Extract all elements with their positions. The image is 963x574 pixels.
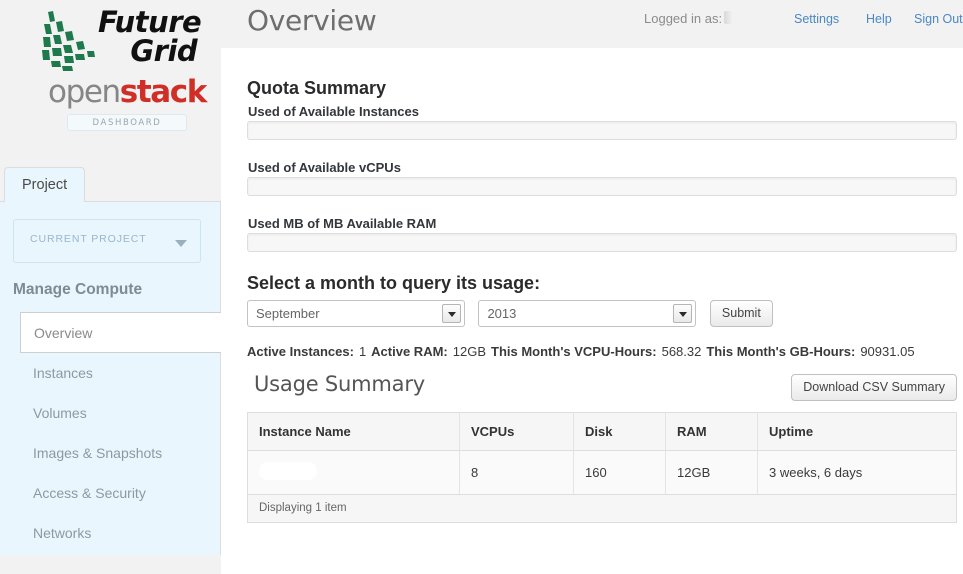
month-select[interactable]: September	[247, 300, 465, 327]
gb-hours-label: This Month's GB-Hours:	[706, 344, 856, 359]
column-header-instance-name[interactable]: Instance Name	[247, 412, 460, 451]
column-header-disk[interactable]: Disk	[573, 412, 666, 451]
dashboard-badge: DASHBOARD	[67, 114, 187, 131]
sidebar-item-label: Access & Security	[33, 485, 146, 501]
usage-table: Instance Name VCPUs Disk RAM Uptime 8 16…	[247, 412, 957, 495]
openstack-stack-text: stack	[119, 74, 208, 110]
logged-in-label: Logged in as:	[644, 11, 723, 26]
column-header-ram[interactable]: RAM	[665, 412, 758, 451]
future-grid-mark-icon	[42, 11, 95, 71]
sidebar-item-images-snapshots[interactable]: Images & Snapshots	[0, 433, 221, 473]
table-row[interactable]: 8 160 12GB 3 weeks, 6 days	[247, 450, 957, 495]
sidebar-item-access-security[interactable]: Access & Security	[0, 473, 221, 513]
help-link[interactable]: Help	[866, 12, 892, 26]
brand-grid-text: Grid	[130, 34, 198, 68]
table-footer-count: Displaying 1 item	[247, 495, 957, 523]
sidebar-panel: CURRENT PROJECT Manage Compute Overview …	[0, 202, 221, 555]
openstack-open-text: open	[48, 74, 121, 110]
usage-stats-line: Active Instances: 1 Active RAM: 12GB This Mo…	[247, 344, 915, 359]
chevron-down-icon	[175, 240, 187, 247]
submit-button[interactable]: Submit	[709, 300, 773, 327]
sidebar-item-volumes[interactable]: Volumes	[0, 393, 221, 433]
cell-vcpus: 8	[459, 450, 574, 495]
quota-summary-heading: Quota Summary	[247, 78, 387, 98]
chevron-down-icon[interactable]	[673, 304, 693, 323]
sidebar-nav: Overview Instances Volumes Images & Snap…	[0, 312, 221, 553]
month-select-value: September	[256, 306, 320, 321]
active-instances-value: 1	[358, 344, 367, 359]
sidebar-section-heading: Manage Compute	[13, 281, 143, 298]
content-area: Quota Summary Used of Available Instance…	[221, 48, 963, 574]
sidebar-item-label: Networks	[33, 525, 92, 541]
settings-link[interactable]: Settings	[794, 12, 839, 26]
openstack-wordmark: openstack	[42, 77, 212, 108]
download-csv-button[interactable]: Download CSV Summary	[791, 374, 957, 401]
active-ram-value: 12GB	[452, 344, 486, 359]
sidebar-item-instances[interactable]: Instances	[0, 353, 221, 393]
column-header-uptime[interactable]: Uptime	[757, 412, 957, 451]
column-header-vcpus[interactable]: VCPUs	[459, 412, 574, 451]
sidebar-item-label: Instances	[33, 365, 93, 381]
sidebar-item-label: Volumes	[33, 405, 87, 421]
chevron-down-icon[interactable]	[442, 304, 461, 323]
usage-summary-section: Usage Summary Download CSV Summary Insta…	[247, 370, 957, 523]
sidebar-tab-strip: Project	[0, 167, 221, 202]
instance-name-redacted	[259, 462, 317, 480]
brand-future-text: Future	[98, 5, 202, 39]
active-ram-label: Active RAM:	[371, 344, 448, 359]
usage-summary-header: Usage Summary Download CSV Summary	[247, 370, 957, 412]
month-query-controls: September 2013 Submit	[247, 300, 773, 327]
year-select-value: 2013	[487, 306, 517, 321]
active-instances-label: Active Instances:	[247, 344, 354, 359]
table-header-row: Instance Name VCPUs Disk RAM Uptime	[247, 412, 957, 451]
sidebar-item-overview[interactable]: Overview	[20, 312, 221, 353]
sidebar: Future Grid openstack DASHBOARD Project …	[0, 0, 221, 574]
dashboard-page: Future Grid openstack DASHBOARD Project …	[0, 0, 963, 574]
quota-progress-instances	[247, 121, 957, 140]
brand-logo[interactable]: Future Grid openstack DASHBOARD	[0, 0, 221, 163]
page-title: Overview	[247, 4, 377, 37]
vcpu-hours-value: 568.32	[661, 344, 702, 359]
quota-label-instances: Used of Available Instances	[248, 104, 419, 119]
vcpu-hours-label: This Month's VCPU-Hours:	[491, 344, 657, 359]
month-query-heading: Select a month to query its usage:	[247, 273, 541, 293]
main-area: Overview Logged in as: Settings Help Sig…	[221, 0, 963, 574]
gb-hours-value: 90931.05	[860, 344, 915, 359]
top-bar: Overview Logged in as: Settings Help Sig…	[221, 0, 963, 48]
tab-project[interactable]: Project	[4, 167, 86, 202]
sign-out-link[interactable]: Sign Out	[914, 12, 963, 26]
cell-ram: 12GB	[665, 450, 758, 495]
quota-progress-vcpus	[247, 177, 957, 196]
cell-disk: 160	[573, 450, 666, 495]
sidebar-item-networks[interactable]: Networks	[0, 513, 221, 553]
quota-progress-ram	[247, 233, 957, 252]
sidebar-item-label: Overview	[34, 324, 93, 341]
logged-in-as: Logged in as:	[644, 11, 763, 26]
current-project-label: CURRENT PROJECT	[30, 233, 147, 245]
quota-label-ram: Used MB of MB Available RAM	[248, 216, 437, 231]
cell-uptime: 3 weeks, 6 days	[757, 450, 957, 495]
sidebar-item-label: Images & Snapshots	[33, 445, 163, 461]
usage-summary-heading: Usage Summary	[254, 372, 425, 396]
logged-in-username	[724, 11, 763, 24]
cell-instance-name	[247, 450, 460, 495]
year-select[interactable]: 2013	[478, 300, 697, 327]
quota-label-vcpus: Used of Available vCPUs	[248, 160, 401, 175]
current-project-selector[interactable]: CURRENT PROJECT	[13, 219, 201, 263]
